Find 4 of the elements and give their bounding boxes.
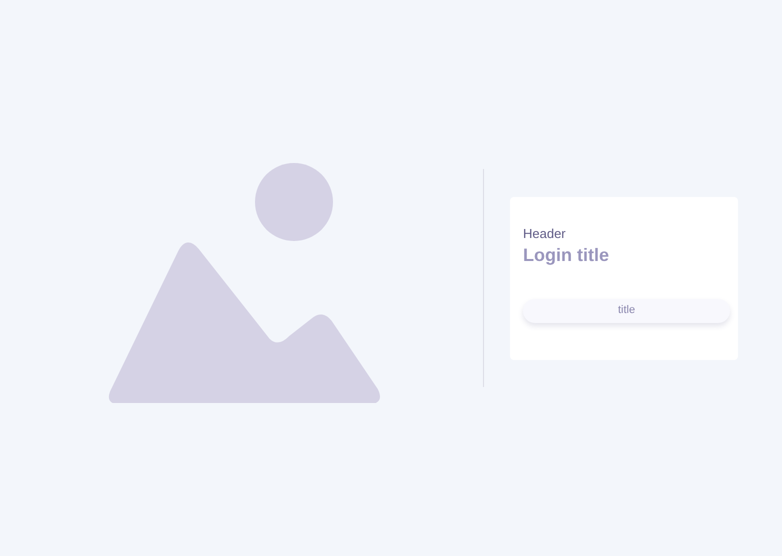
title-button[interactable]: title — [523, 298, 730, 322]
card-header: Header — [523, 226, 567, 242]
login-title: Login title — [523, 244, 610, 266]
image-placeholder-icon — [106, 161, 380, 403]
